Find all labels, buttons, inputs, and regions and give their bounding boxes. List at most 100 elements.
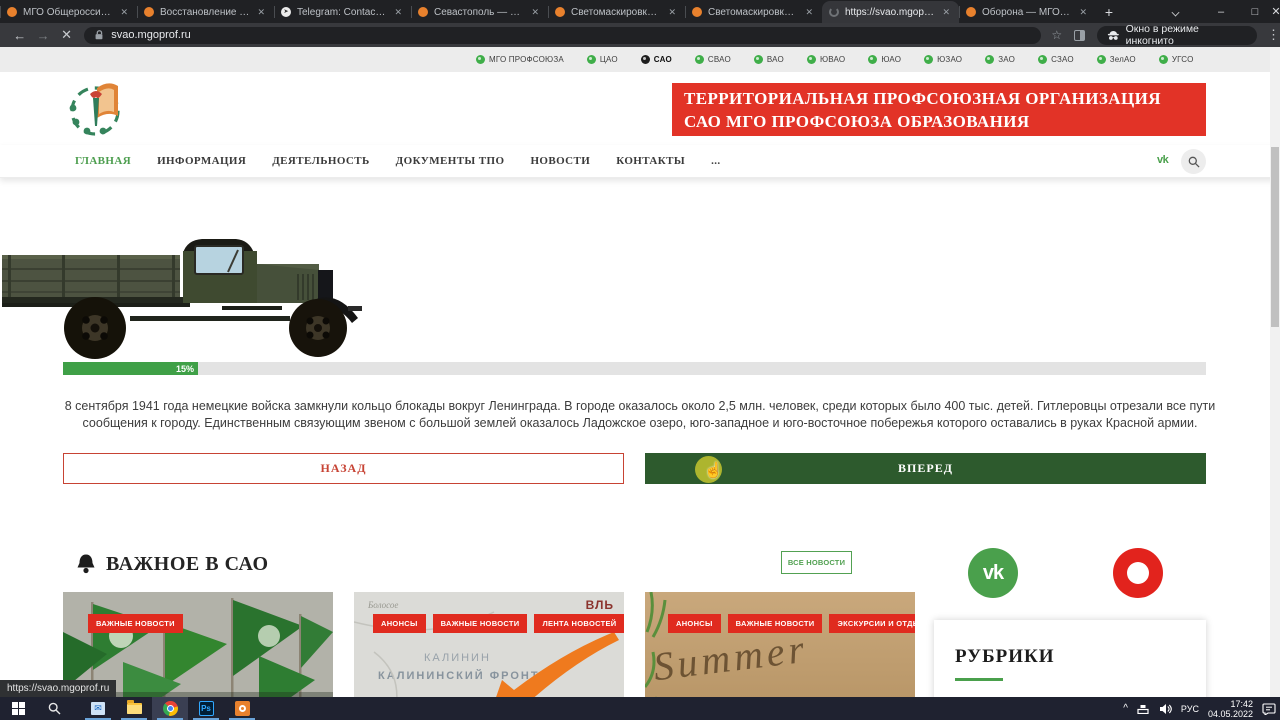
tab-close-icon[interactable]: ✕ <box>392 6 404 19</box>
tab-title: Севастополь — МГО Об <box>434 7 523 18</box>
district-link[interactable]: ЮАО <box>868 55 901 64</box>
menu-item-activity[interactable]: ДЕЯТЕЛЬНОСТЬ <box>272 155 369 167</box>
stop-loading-button[interactable]: ✕ <box>55 27 78 43</box>
menu-item-news[interactable]: НОВОСТИ <box>530 155 590 167</box>
incognito-label: Окно в режиме инкогнито <box>1126 23 1247 47</box>
browser-tab[interactable]: Севастополь — МГО Об ✕ <box>411 1 548 23</box>
vk-icon[interactable]: vk <box>1157 154 1168 166</box>
bell-icon <box>77 553 95 575</box>
category-badge[interactable]: АНОНСЫ <box>373 614 426 633</box>
slider-forward-button[interactable]: ВПЕРЕД <box>645 453 1206 484</box>
windows-taskbar: ✉ Ps ^ РУС 17:42 04.05.2022 <box>0 697 1280 720</box>
news-card[interactable]: Summer АНОНСЫ ВАЖНЫЕ НОВОСТИ ЭКСКУРСИИ И… <box>645 592 915 697</box>
district-link[interactable]: СВАО <box>695 55 731 64</box>
tab-title: Светомаскировка — МГО <box>571 7 660 18</box>
category-badge[interactable]: ВАЖНЫЕ НОВОСТИ <box>433 614 528 633</box>
window-maximize-button[interactable]: □ <box>1238 0 1272 23</box>
notification-center-icon[interactable] <box>1262 703 1276 715</box>
browser-tab-active[interactable]: https://svao.mgoprof.ru✕ <box>822 1 959 23</box>
sand-photo: Summer <box>645 592 915 697</box>
volume-icon[interactable] <box>1159 703 1172 715</box>
back-button[interactable]: ← <box>8 28 31 43</box>
district-link[interactable]: ЮЗАО <box>924 55 962 64</box>
browser-tab[interactable]: Светомаскировка — МГО ✕ <box>548 1 685 23</box>
tab-title: Светомаскировка — МГС <box>708 7 797 18</box>
menu-item-more[interactable]: ... <box>711 155 720 167</box>
tab-close-icon[interactable]: ✕ <box>255 6 267 19</box>
badge-row: ВАЖНЫЕ НОВОСТИ <box>88 614 183 633</box>
address-bar[interactable]: svao.mgoprof.ru <box>84 27 1041 44</box>
red-ring-social-button[interactable] <box>1113 548 1163 598</box>
organization-logo[interactable] <box>66 78 126 138</box>
union-logo-icon <box>587 55 596 64</box>
category-badge[interactable]: ВАЖНЫЕ НОВОСТИ <box>728 614 823 633</box>
district-label: ЦАО <box>600 55 618 64</box>
district-link[interactable]: УГСО <box>1159 55 1194 64</box>
tab-title: Telegram: Contact @mgop <box>297 7 386 18</box>
file-explorer-button[interactable] <box>116 697 152 720</box>
browser-tab[interactable]: Восстановление связи —✕ <box>137 1 274 23</box>
district-label: ВАО <box>767 55 784 64</box>
menu-item-home[interactable]: ГЛАВНАЯ <box>75 155 131 167</box>
district-link-active[interactable]: САО <box>641 55 672 64</box>
district-link[interactable]: СЗАО <box>1038 55 1074 64</box>
district-link[interactable]: ЗелАО <box>1097 55 1136 64</box>
browser-tab[interactable]: Светомаскировка — МГС ✕ <box>685 1 822 23</box>
district-link[interactable]: ВАО <box>754 55 784 64</box>
side-panel-icon[interactable] <box>1074 30 1085 41</box>
ring-center <box>1127 562 1149 584</box>
tab-close-icon[interactable]: ✕ <box>940 6 952 19</box>
browser-tab[interactable]: ➤Telegram: Contact @mgop✕ <box>274 1 411 23</box>
window-close-button[interactable]: ✕ <box>1272 0 1280 23</box>
district-link[interactable]: ЗАО <box>985 55 1015 64</box>
mail-app-button[interactable]: ✉ <box>80 697 116 720</box>
browser-tab[interactable]: МГО Общероссийского П✕ <box>0 1 137 23</box>
district-link[interactable]: ЮВАО <box>807 55 845 64</box>
bookmark-star-icon[interactable]: ☆ <box>1051 28 1062 42</box>
taskbar-clock[interactable]: 17:42 04.05.2022 <box>1208 699 1253 719</box>
screenshot-icon <box>235 701 250 716</box>
tray-chevron-icon[interactable]: ^ <box>1123 703 1128 714</box>
scrollbar-thumb[interactable] <box>1271 147 1279 327</box>
language-indicator[interactable]: РУС <box>1181 704 1199 714</box>
tab-close-icon[interactable]: ✕ <box>529 6 541 19</box>
page-scrollbar[interactable] <box>1270 47 1280 697</box>
heading-underline <box>955 678 1003 681</box>
slider-back-button[interactable]: НАЗАД <box>63 453 624 484</box>
district-label: СЗАО <box>1051 55 1074 64</box>
photoshop-app-button[interactable]: Ps <box>188 697 224 720</box>
menu-item-documents[interactable]: ДОКУМЕНТЫ ТПО <box>396 155 505 167</box>
forward-button[interactable]: → <box>31 28 54 43</box>
menu-item-contacts[interactable]: КОНТАКТЫ <box>616 155 685 167</box>
district-label: ЮЗАО <box>937 55 962 64</box>
tab-close-icon[interactable]: ✕ <box>666 6 678 19</box>
category-badge[interactable]: АНОНСЫ <box>668 614 721 633</box>
tab-close-icon[interactable]: ✕ <box>803 6 815 19</box>
network-icon[interactable] <box>1137 703 1150 714</box>
clock-date: 04.05.2022 <box>1208 709 1253 719</box>
browser-menu-icon[interactable]: ⋮ <box>1267 27 1280 43</box>
menu-item-information[interactable]: ИНФОРМАЦИЯ <box>157 155 246 167</box>
search-button[interactable] <box>1181 149 1206 174</box>
taskbar-search-button[interactable] <box>36 697 72 720</box>
district-link[interactable]: ЦАО <box>587 55 618 64</box>
category-badge[interactable]: ВАЖНЫЕ НОВОСТИ <box>88 614 183 633</box>
category-badge[interactable]: ЛЕНТА НОВОСТЕЙ <box>534 614 624 633</box>
new-tab-button[interactable]: + <box>1096 1 1122 23</box>
chrome-app-button[interactable] <box>152 697 188 720</box>
tab-search-chevron[interactable] <box>1158 0 1192 23</box>
section-heading: ВАЖНОЕ В САО <box>106 553 269 576</box>
news-card[interactable]: Болосое ВЛЬ КАЛИНИН КАЛИНИНСКИЙ ФРОНТ АН… <box>354 592 624 697</box>
district-link[interactable]: МГО ПРОФСОЮЗА <box>476 55 564 64</box>
vk-social-button[interactable]: vk <box>968 548 1018 598</box>
browser-tab[interactable]: Оборона — МГО Общер✕ <box>959 1 1096 23</box>
window-minimize-button[interactable]: – <box>1204 0 1238 23</box>
tab-close-icon[interactable]: ✕ <box>118 6 130 19</box>
category-badge[interactable]: ЭКСКУРСИИ И ОТДЫХ <box>829 614 915 633</box>
photoshop-icon: Ps <box>199 701 214 716</box>
all-news-button[interactable]: ВСЕ НОВОСТИ <box>781 551 852 574</box>
start-button[interactable] <box>0 697 36 720</box>
tab-close-icon[interactable]: ✕ <box>1077 6 1089 19</box>
screenshot-app-button[interactable] <box>224 697 260 720</box>
banner-line2: САО МГО ПРОФСОЮЗА ОБРАЗОВАНИЯ <box>684 110 1194 133</box>
